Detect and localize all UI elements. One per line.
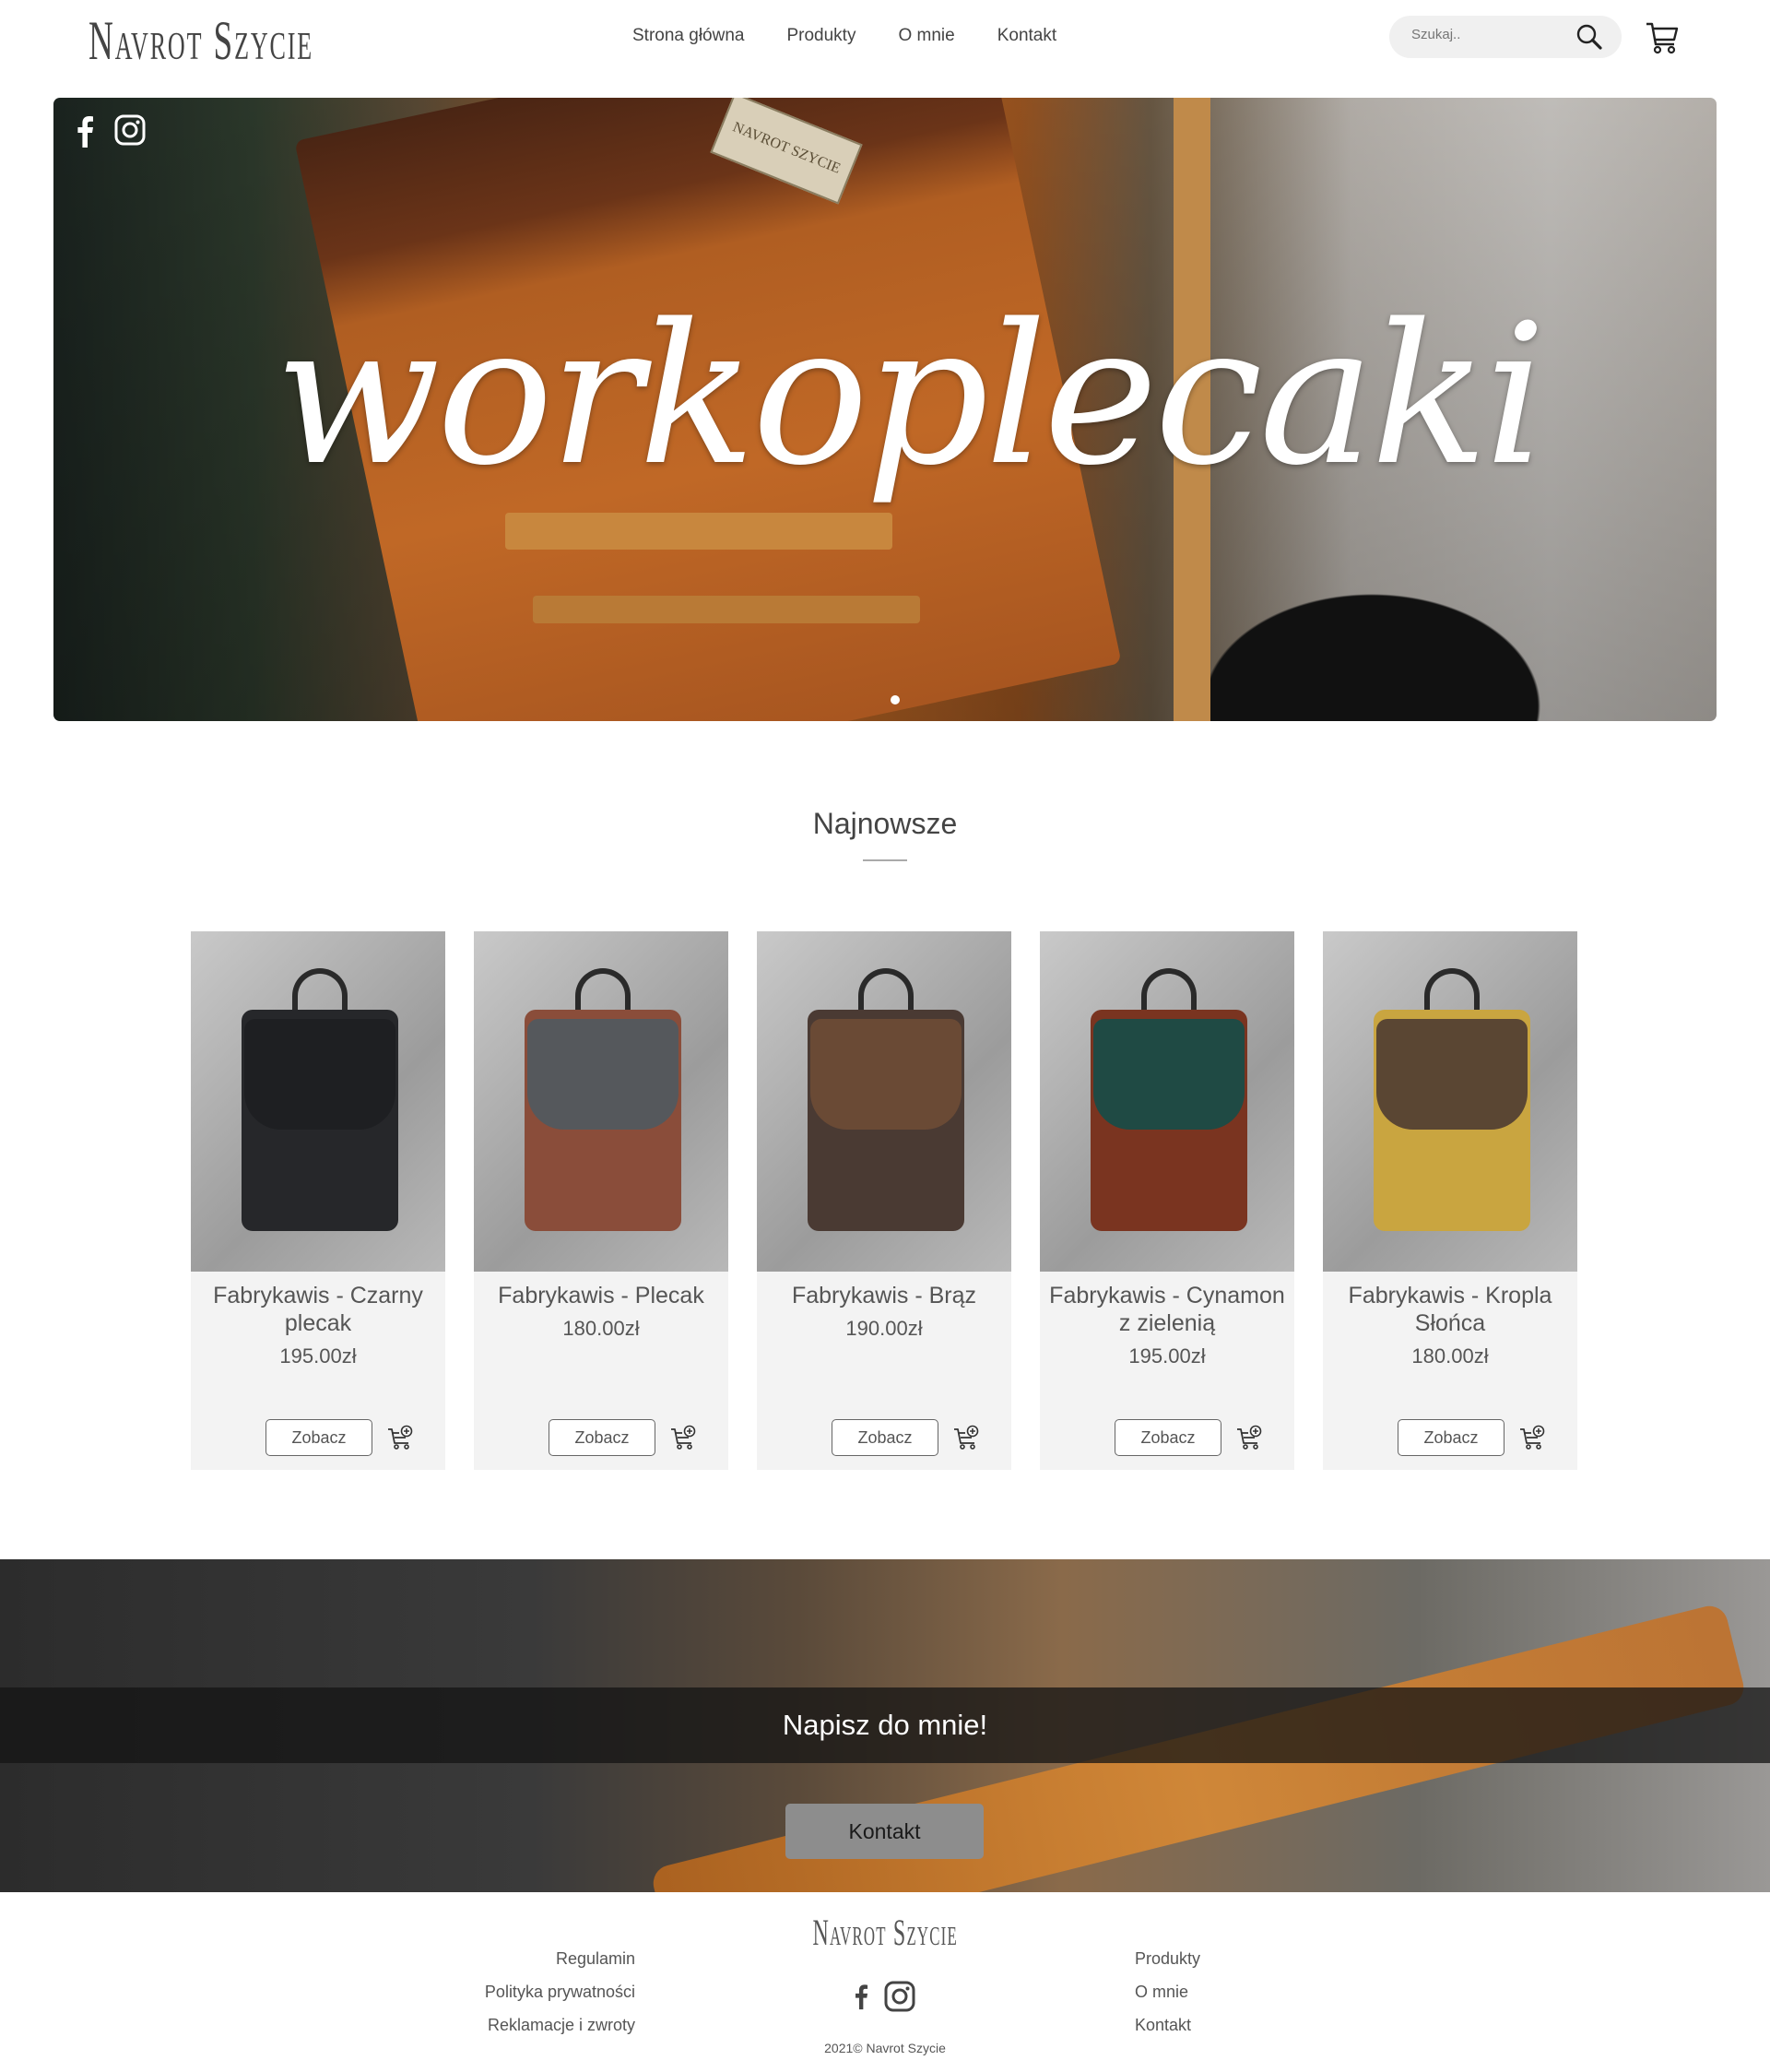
product-backpack-flap [810,1019,962,1130]
footer-link-products[interactable]: Produkty [1135,1942,1200,1975]
product-price: 180.00zł [1411,1344,1489,1368]
add-to-cart-icon[interactable] [670,1425,696,1450]
product-card[interactable]: Fabrykawis - Kropla Słońca 180.00zł Zoba… [1323,931,1577,1470]
product-name[interactable]: Fabrykawis - Kropla Słońca [1332,1282,1568,1337]
product-image[interactable] [191,931,445,1272]
footer-link-about[interactable]: O mnie [1135,1975,1200,2008]
product-name[interactable]: Fabrykawis - Czarny plecak [200,1282,436,1337]
view-product-button[interactable]: Zobacz [549,1419,655,1456]
product-name[interactable]: Fabrykawis - Cynamon z zielenią [1049,1282,1285,1337]
hero-chair-rail [505,513,892,550]
footer-link-contact[interactable]: Kontakt [1135,2008,1200,2042]
hero-title: workoplecaki [275,282,1546,508]
banner-message: Napisz do mnie! [782,1709,988,1741]
search-icon[interactable] [1575,23,1603,51]
product-price: 195.00zł [1128,1344,1206,1368]
view-product-button[interactable]: Zobacz [832,1419,938,1456]
main-nav: Strona główna Produkty O mnie Kontakt [632,26,1056,46]
instagram-icon[interactable] [884,1981,915,2012]
contact-banner: Napisz do mnie! Kontakt [0,1559,1770,1892]
copyright: 2021© Navrot Szycie [824,2041,946,2055]
hero-slider[interactable]: NAVROT SZYCIE workoplecaki [53,98,1717,721]
nav-about[interactable]: O mnie [898,26,954,46]
nav-products[interactable]: Produkty [786,26,856,46]
product-backpack-flap [1093,1019,1245,1130]
product-backpack-flap [527,1019,678,1130]
slider-dot[interactable] [891,695,900,704]
product-backpack-flap [1376,1019,1528,1130]
nav-contact[interactable]: Kontakt [997,26,1056,46]
product-list: Fabrykawis - Czarny plecak 195.00zł Zoba… [191,931,1577,1470]
footer-left-links: Regulamin Polityka prywatności Reklamacj… [485,1942,635,2042]
product-image[interactable] [1323,931,1577,1272]
footer-link-returns[interactable]: Reklamacje i zwroty [485,2008,635,2042]
site-footer: Regulamin Polityka prywatności Reklamacj… [0,1892,1770,2072]
product-card[interactable]: Fabrykawis - Cynamon z zielenią 195.00zł… [1040,931,1294,1470]
product-card[interactable]: Fabrykawis - Czarny plecak 195.00zł Zoba… [191,931,445,1470]
product-price: 180.00zł [562,1317,640,1340]
product-backpack-flap [244,1019,395,1130]
product-image[interactable] [1040,931,1294,1272]
add-to-cart-icon[interactable] [1519,1425,1545,1450]
hero-social-links [72,114,146,148]
view-product-button[interactable]: Zobacz [1398,1419,1504,1456]
add-to-cart-icon[interactable] [1236,1425,1262,1450]
add-to-cart-icon[interactable] [953,1425,979,1450]
footer-social-links [851,1981,915,2012]
footer-right-links: Produkty O mnie Kontakt [1135,1942,1200,2042]
section-title: Najnowsze [812,807,958,840]
facebook-icon[interactable] [72,114,98,148]
product-name[interactable]: Fabrykawis - Plecak [483,1282,719,1309]
product-card[interactable]: Fabrykawis - Brąz 190.00zł Zobacz [757,931,1011,1470]
site-header: Navrot Szycie Strona główna Produkty O m… [0,0,1770,83]
add-to-cart-icon[interactable] [387,1425,413,1450]
product-name[interactable]: Fabrykawis - Brąz [766,1282,1002,1309]
product-price: 190.00zł [845,1317,923,1340]
footer-logo[interactable]: Navrot Szycie [812,1911,957,1954]
cart-icon[interactable] [1645,18,1680,55]
footer-link-privacy[interactable]: Polityka prywatności [485,1975,635,2008]
view-product-button[interactable]: Zobacz [1115,1419,1221,1456]
section-divider [863,859,907,861]
product-price: 195.00zł [279,1344,357,1368]
nav-home[interactable]: Strona główna [632,26,744,46]
site-logo[interactable]: Navrot Szycie [88,9,313,73]
search-input[interactable] [1411,27,1559,42]
facebook-icon[interactable] [851,1981,871,2012]
product-card[interactable]: Fabrykawis - Plecak 180.00zł Zobacz [474,931,728,1470]
hero-chair-rail-lower [533,596,920,623]
instagram-icon[interactable] [114,114,146,146]
product-image[interactable] [757,931,1011,1272]
contact-button[interactable]: Kontakt [785,1804,984,1859]
product-image[interactable] [474,931,728,1272]
view-product-button[interactable]: Zobacz [266,1419,372,1456]
footer-logo-wrap: Navrot Szycie [0,1911,1770,1954]
search-bar [1389,16,1622,58]
